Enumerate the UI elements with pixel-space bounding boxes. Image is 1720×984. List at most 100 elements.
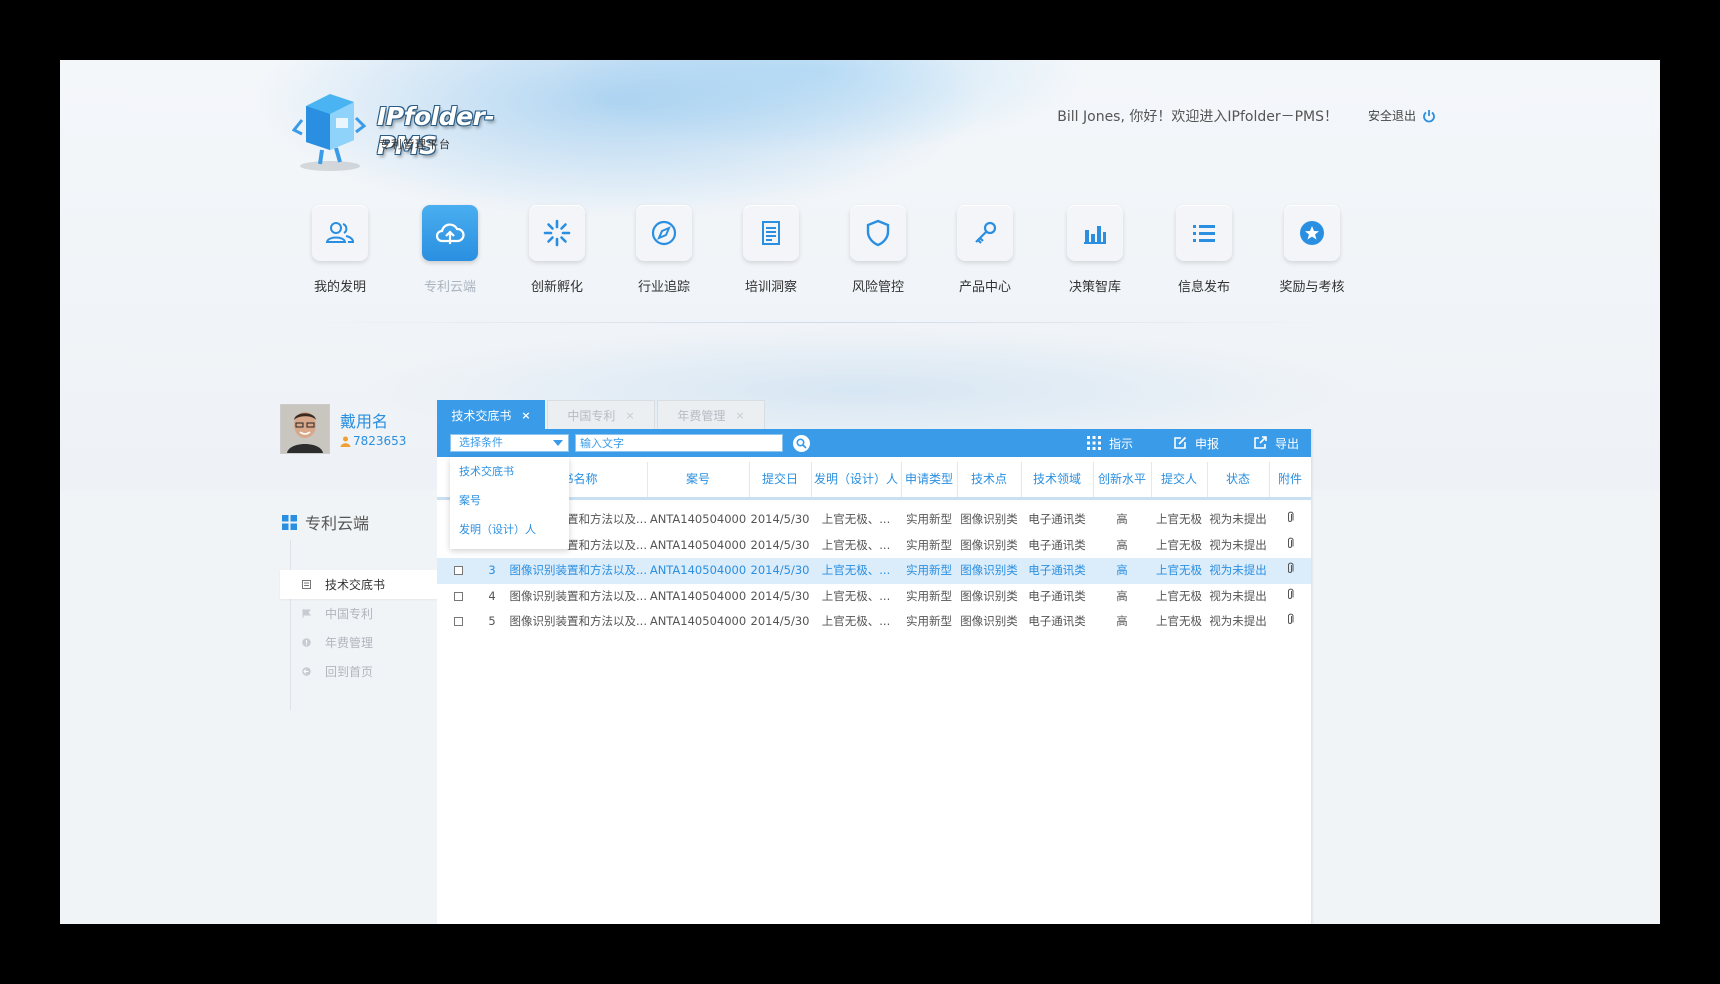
column-header-status[interactable]: 状态 — [1207, 462, 1269, 497]
cell-name[interactable]: 图像识别装置和方法以及... — [507, 609, 647, 635]
cell-tech-field: 电子通讯类 — [1028, 588, 1086, 603]
row-number: 3 — [488, 563, 496, 577]
close-icon[interactable]: × — [521, 409, 530, 422]
cell-attachment[interactable] — [1269, 609, 1311, 635]
close-icon[interactable]: × — [625, 409, 634, 422]
sidebar-item-home[interactable]: 回到首页 — [280, 657, 440, 686]
nav-item-training-insight[interactable]: 培训洞察 — [721, 205, 821, 295]
welcome-message: Bill Jones, 你好！欢迎进入IPfolder－PMS！ — [1057, 109, 1338, 125]
nav-label: 风险管控 — [851, 280, 904, 295]
row-number: 5 — [488, 614, 496, 628]
table-row[interactable]: 3 图像识别装置和方法以及... ANTA140504000 2014/5/30… — [437, 558, 1311, 584]
table-row[interactable]: 4 图像识别装置和方法以及... ANTA140504000 2014/5/30… — [437, 584, 1311, 610]
chevron-down-icon — [553, 440, 563, 446]
search-icon — [796, 438, 807, 449]
user-id-value: 7823653 — [353, 434, 407, 448]
cell-type: 实用新型 — [906, 563, 952, 577]
declare-label: 申报 — [1195, 436, 1220, 451]
paperclip-icon — [1288, 537, 1294, 548]
cell-inventor: 上官无极、... — [821, 512, 891, 526]
sidebar-item-china-patent[interactable]: 中国专利 — [280, 599, 440, 628]
cell-status: 视为未提出 — [1209, 512, 1267, 526]
users-icon — [325, 222, 355, 243]
content-tabs: 技术交底书 × 中国专利 × 年费管理 × — [437, 400, 767, 430]
search-input[interactable] — [575, 434, 783, 452]
row-checkbox[interactable] — [454, 591, 463, 601]
nav-label: 行业追踪 — [637, 280, 690, 295]
nav-item-info-publish[interactable]: 信息发布 — [1154, 205, 1254, 295]
logo[interactable]: IPfolder-PMS 专利管理平台 — [292, 84, 552, 174]
user-name: 戴用名 — [340, 412, 389, 431]
cell-name[interactable]: 图像识别装置和方法以及... — [507, 558, 647, 584]
row-checkbox[interactable] — [454, 566, 463, 575]
content-panel: 选择条件 指示 申报 — [437, 429, 1311, 924]
cell-innovation-level: 高 — [1116, 512, 1128, 526]
nav-item-product-center[interactable]: 产品中心 — [935, 205, 1035, 295]
sidebar-item-annual-fee[interactable]: 年费管理 — [280, 628, 440, 657]
cell-type: 实用新型 — [906, 614, 952, 628]
column-header-date[interactable]: 提交日 — [749, 462, 811, 497]
cell-attachment[interactable] — [1269, 533, 1311, 559]
condition-select[interactable]: 选择条件 — [450, 434, 569, 452]
device-frame: IPfolder-PMS 专利管理平台 Bill Jones, 你好！欢迎进入I… — [0, 0, 1720, 984]
cell-attachment[interactable] — [1269, 558, 1311, 584]
dropdown-option[interactable]: 案号 — [450, 486, 569, 515]
tab-label: 技术交底书 — [451, 408, 512, 423]
tab-annual-fee[interactable]: 年费管理 × — [657, 400, 765, 429]
export-button[interactable]: 导出 — [1253, 429, 1299, 457]
nav-icon-box — [850, 205, 906, 261]
nav-divider — [300, 322, 1340, 323]
nav-item-risk-control[interactable]: 风险管控 — [828, 205, 928, 295]
nav-item-innovation-incubation[interactable]: 创新孵化 — [507, 205, 607, 295]
indicate-button[interactable]: 指示 — [1087, 429, 1133, 457]
dropdown-option[interactable]: 技术交底书 — [450, 457, 569, 486]
logout-button[interactable]: 安全退出 — [1368, 107, 1436, 124]
nav-icon-box — [312, 205, 368, 261]
grid-dots-icon — [1087, 436, 1101, 450]
cell-status: 视为未提出 — [1209, 588, 1267, 603]
declare-button[interactable]: 申报 — [1173, 429, 1219, 457]
panel-shadow — [1311, 429, 1314, 924]
nav-item-my-inventions[interactable]: 我的发明 — [290, 205, 390, 295]
close-icon[interactable]: × — [735, 409, 744, 422]
compass-icon — [651, 220, 677, 246]
column-header-type[interactable]: 申请类型 — [901, 462, 957, 497]
tab-china-patent[interactable]: 中国专利 × — [547, 400, 655, 429]
column-header-case[interactable]: 案号 — [647, 462, 749, 497]
nav-item-decision-think-tank[interactable]: 决策智库 — [1045, 205, 1145, 295]
key-icon — [975, 221, 997, 244]
column-header-attachment[interactable]: 附件 — [1269, 462, 1311, 497]
search-button[interactable] — [793, 435, 810, 452]
cell-tech-point: 图像识别类 — [960, 588, 1018, 603]
nav-item-patent-cloud[interactable]: 专利云端 — [400, 205, 500, 295]
nav-item-rewards-assessment[interactable]: 奖励与考核 — [1262, 205, 1362, 295]
cell-attachment[interactable] — [1269, 584, 1311, 610]
column-header-submitter[interactable]: 提交人 — [1151, 462, 1207, 497]
dropdown-option[interactable]: 发明（设计）人 — [450, 515, 569, 544]
nav-icon-box — [1176, 205, 1232, 261]
cell-case: ANTA140504000 — [649, 512, 747, 526]
table-row[interactable]: 5 图像识别装置和方法以及... ANTA140504000 2014/5/30… — [437, 609, 1311, 635]
document-icon — [762, 221, 780, 245]
column-header-tech-field[interactable]: 技术领域 — [1021, 462, 1093, 497]
doc-icon — [302, 580, 311, 589]
cell-attachment[interactable] — [1269, 507, 1311, 533]
nav-label: 产品中心 — [958, 280, 1011, 295]
tab-tech-disclosure[interactable]: 技术交底书 × — [437, 400, 545, 429]
cell-name[interactable]: 图像识别装置和方法以及... — [507, 584, 647, 610]
sidebar-item-tech-disclosure[interactable]: 技术交底书 — [280, 570, 440, 599]
grid-icon — [282, 514, 297, 530]
paperclip-icon — [1288, 562, 1294, 573]
sidebar-title-label: 专利云端 — [305, 514, 370, 533]
column-header-inventor[interactable]: 发明（设计）人 — [811, 462, 901, 497]
sidebar-item-label: 年费管理 — [325, 636, 374, 650]
cell-inventor: 上官无极、... — [821, 588, 891, 603]
avatar[interactable] — [280, 404, 330, 454]
row-checkbox[interactable] — [454, 617, 463, 626]
column-header-innovation-level[interactable]: 创新水平 — [1093, 462, 1151, 497]
column-header-tech-point[interactable]: 技术点 — [957, 462, 1021, 497]
nav-icon-box — [957, 205, 1013, 261]
nav-item-industry-tracking[interactable]: 行业追踪 — [614, 205, 714, 295]
tab-label: 中国专利 — [567, 408, 616, 423]
sidebar-item-label: 中国专利 — [325, 607, 374, 621]
